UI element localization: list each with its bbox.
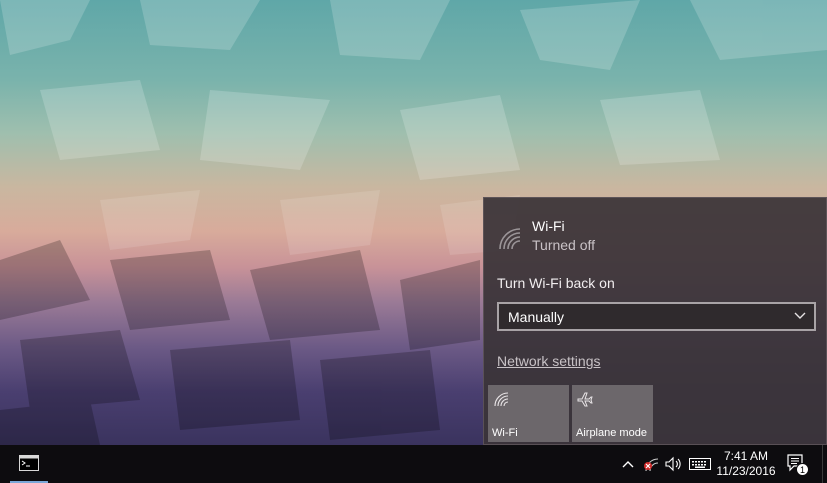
network-settings-link[interactable]: Network settings — [497, 353, 600, 369]
wifi-off-icon — [499, 228, 521, 250]
network-flyout: Wi-Fi Turned off Turn Wi-Fi back on Manu… — [483, 197, 827, 445]
taskbar-clock[interactable]: 7:41 AM 11/23/2016 — [714, 447, 778, 479]
keyboard-icon[interactable] — [689, 456, 711, 472]
wifi-network-name: Wi-Fi — [532, 218, 565, 234]
turn-wifi-back-label: Turn Wi-Fi back on — [497, 275, 615, 291]
taskbar-command-prompt[interactable] — [0, 445, 48, 483]
quick-action-label: Wi-Fi — [492, 427, 518, 439]
command-prompt-icon — [19, 455, 39, 471]
quick-action-label: Airplane mode — [576, 427, 647, 439]
speaker-volume-icon[interactable] — [665, 456, 683, 472]
show-desktop-button[interactable] — [822, 445, 827, 483]
clock-time: 7:41 AM — [723, 449, 769, 463]
network-disconnected-icon[interactable] — [642, 456, 660, 472]
dropdown-selected-value: Manually — [508, 308, 565, 325]
chevron-down-icon — [794, 312, 806, 319]
quick-action-wifi[interactable]: Wi-Fi — [488, 385, 569, 442]
notification-count-badge: 1 — [796, 463, 809, 476]
wifi-network-item[interactable]: Wi-Fi Turned off — [498, 218, 595, 254]
clock-date: 11/23/2016 — [716, 464, 776, 478]
taskbar: 7:41 AM 11/23/2016 1 — [0, 445, 827, 483]
quick-action-airplane-mode[interactable]: Airplane mode — [572, 385, 653, 442]
show-hidden-icons-chevron-up-icon[interactable] — [622, 456, 634, 472]
turn-wifi-back-dropdown[interactable]: Manually — [497, 302, 816, 331]
airplane-icon — [577, 392, 593, 407]
wifi-icon — [494, 392, 509, 407]
wifi-status-text: Turned off — [532, 237, 596, 253]
action-center-button[interactable]: 1 — [786, 454, 810, 476]
